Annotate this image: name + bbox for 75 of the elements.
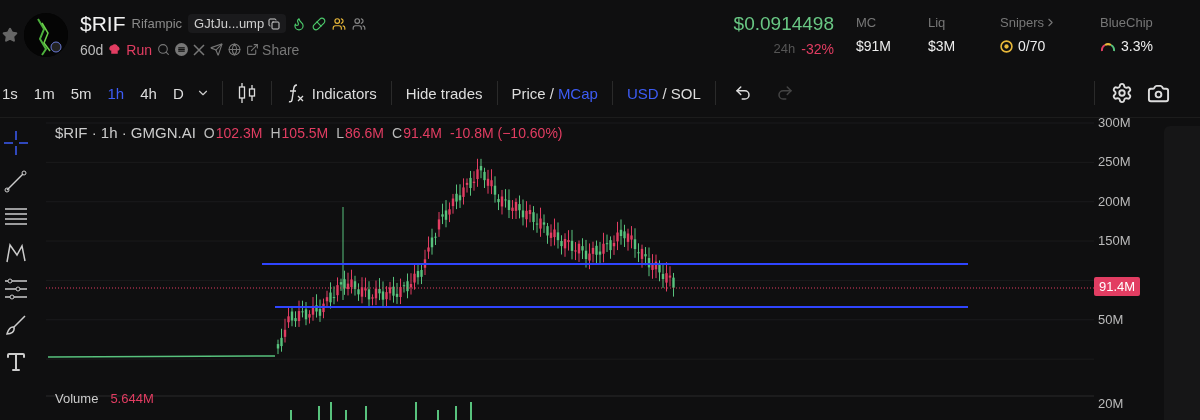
interval-tab[interactable]: D bbox=[164, 84, 192, 102]
external-link-icon bbox=[246, 43, 260, 57]
chef-hat-icon bbox=[108, 43, 122, 57]
flame-icon bbox=[292, 16, 307, 31]
pill-icon bbox=[312, 16, 327, 31]
token-price: $0.0914498 bbox=[733, 12, 834, 35]
price-mode-toggle[interactable]: Price bbox=[511, 84, 546, 102]
slash-separator: / bbox=[549, 84, 554, 102]
stat-label: Liq bbox=[928, 15, 947, 31]
trend-line-icon[interactable] bbox=[4, 169, 28, 193]
indicators-button[interactable]: Indicators bbox=[275, 83, 387, 104]
gauge-icon bbox=[1100, 40, 1116, 52]
undo-icon[interactable] bbox=[733, 84, 752, 103]
ohlc-value: 105.5M bbox=[281, 124, 329, 141]
star-icon[interactable] bbox=[2, 26, 18, 43]
hide-trades-button[interactable]: Hide trades bbox=[395, 84, 493, 102]
token-symbol: $RIF bbox=[80, 11, 126, 36]
interval-tab[interactable]: 5m bbox=[62, 84, 100, 102]
interval-tab[interactable]: 4h bbox=[132, 84, 165, 102]
levels-icon[interactable] bbox=[4, 278, 28, 300]
run-label[interactable]: Run bbox=[126, 41, 153, 58]
parallel-lines-icon[interactable] bbox=[4, 206, 28, 228]
price-change: -32% bbox=[801, 40, 834, 57]
interval-tab[interactable]: 1h bbox=[99, 84, 133, 102]
axis-label: 150M bbox=[1098, 233, 1131, 249]
candlestick-icon[interactable] bbox=[236, 82, 257, 105]
ohlc-value: 86.6M bbox=[345, 124, 384, 141]
token-age: 60d bbox=[80, 41, 104, 58]
send-icon[interactable] bbox=[210, 43, 224, 57]
stat-value: $3M bbox=[928, 38, 956, 55]
brush-icon[interactable] bbox=[4, 313, 28, 337]
ohlc-value: 91.4M bbox=[403, 124, 443, 141]
copy-icon[interactable] bbox=[268, 17, 281, 30]
interval-tab[interactable]: 1m bbox=[25, 84, 63, 102]
slash-separator: / bbox=[662, 84, 667, 102]
change-period: 24h bbox=[773, 41, 796, 57]
axis-label: 300M bbox=[1098, 115, 1131, 130]
stat-label[interactable]: Snipers bbox=[1000, 15, 1100, 31]
axis-label: 200M bbox=[1098, 193, 1131, 209]
ohlc-change: -10.8M (−10.60%) bbox=[450, 124, 563, 141]
pattern-icon[interactable] bbox=[4, 241, 28, 265]
text-tool-icon[interactable] bbox=[4, 350, 28, 374]
stat-label: BlueChip bbox=[1100, 15, 1154, 31]
stat-value: 0/70 bbox=[1018, 38, 1046, 55]
axis-label: 50M bbox=[1098, 311, 1124, 327]
last-price-tag: 91.4M bbox=[1094, 277, 1141, 296]
price-mode-toggle[interactable]: MCap bbox=[557, 84, 598, 102]
stat-label: MC bbox=[856, 15, 878, 31]
axis-label: 20M bbox=[1098, 396, 1124, 411]
x-logo-icon[interactable] bbox=[193, 43, 206, 56]
axis-label: 250M bbox=[1098, 154, 1131, 170]
volume-value: 5.644M bbox=[110, 391, 154, 406]
currency-toggle[interactable]: SOL bbox=[670, 84, 701, 102]
token-name: Rifampic bbox=[131, 16, 183, 32]
volume-label: Volume bbox=[55, 391, 99, 406]
currency-toggle[interactable]: USD bbox=[626, 84, 659, 102]
ohlc-value: 102.3M bbox=[215, 124, 263, 141]
share-button[interactable]: Share bbox=[246, 41, 300, 58]
users-icon bbox=[332, 16, 347, 31]
crosshair-icon[interactable] bbox=[3, 130, 29, 156]
interval-tab[interactable]: 1s bbox=[0, 84, 26, 102]
target-icon bbox=[1000, 39, 1013, 53]
users-icon bbox=[352, 16, 367, 31]
settings-icon[interactable] bbox=[1111, 82, 1133, 105]
search-icon[interactable] bbox=[157, 43, 171, 57]
globe-icon[interactable] bbox=[228, 43, 242, 57]
list-icon[interactable] bbox=[175, 43, 189, 57]
stat-value: $91M bbox=[856, 38, 892, 55]
chart-title: $RIF · 1h · GMGN.AI bbox=[55, 124, 196, 141]
contract-address[interactable]: GJtJu...ump bbox=[188, 14, 287, 34]
ohlc-key: O bbox=[203, 124, 215, 141]
ohlc-key: L bbox=[336, 124, 345, 141]
ohlc-key: C bbox=[392, 124, 403, 141]
ohlc-key: H bbox=[270, 124, 281, 141]
stat-value: 3.3% bbox=[1121, 38, 1153, 55]
